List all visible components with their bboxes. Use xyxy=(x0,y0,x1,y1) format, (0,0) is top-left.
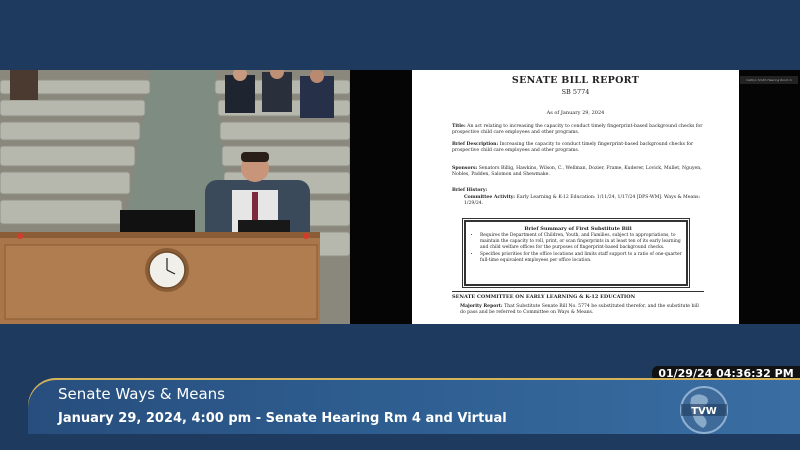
title-text: An act relating to increasing the capaci… xyxy=(452,124,703,136)
bill-report-page: SENATE BILL REPORT SB 5774 As of January… xyxy=(412,70,739,324)
brief-history-label: Brief History: xyxy=(452,188,488,193)
summary-item: Requires the Department of Children, You… xyxy=(480,233,688,250)
document-display: SENATE BILL REPORT SB 5774 As of January… xyxy=(350,70,800,324)
hearing-room-scene xyxy=(0,70,350,324)
title-paragraph: Title: An act relating to increasing the… xyxy=(452,124,704,136)
as-of-date: As of January 29, 2024 xyxy=(546,110,605,116)
document-thumbnail-label: Caitlyn Smith Hearing Room 4 xyxy=(740,76,798,84)
majority-report-label: Majority Report: xyxy=(460,304,503,309)
committee-activity-paragraph: Committee Activity: Early Learning & K-1… xyxy=(464,195,704,207)
summary-title: Brief Summary of First Substitute Bill xyxy=(524,226,632,232)
summary-list: Requires the Department of Children, You… xyxy=(472,233,688,265)
tvw-logo: TVW xyxy=(680,386,728,434)
bill-number: SB 5774 xyxy=(561,88,590,96)
committee-activity-label: Committee Activity: xyxy=(464,195,516,200)
sponsors-text: Senators Billig, Hawkins, Wilson, C., We… xyxy=(452,166,702,178)
program-details: January 29, 2024, 4:00 pm - Senate Heari… xyxy=(58,411,507,426)
brief-history-paragraph: Brief History: xyxy=(452,188,704,194)
title-label: Title: xyxy=(452,124,466,129)
tvw-logo-text: TVW xyxy=(691,406,717,417)
section-divider xyxy=(452,291,704,292)
program-title: Senate Ways & Means xyxy=(58,385,225,403)
committee-section-heading: SENATE COMMITTEE ON EARLY LEARNING & K-1… xyxy=(452,294,636,300)
brief-description-label: Brief Description: xyxy=(452,142,499,147)
doc-title: SENATE BILL REPORT xyxy=(511,75,640,86)
hearing-room-video xyxy=(0,70,350,324)
brief-description-paragraph: Brief Description: Increasing the capaci… xyxy=(452,142,704,154)
sponsors-paragraph: Sponsors: Senators Billig, Hawkins, Wils… xyxy=(452,166,704,178)
sponsors-label: Sponsors: xyxy=(452,166,478,171)
summary-item: Specifies priorities for the office loca… xyxy=(480,252,688,264)
majority-report-paragraph: Majority Report: That Substitute Senate … xyxy=(460,304,704,316)
summary-box: Brief Summary of First Substitute Bill R… xyxy=(462,218,690,288)
